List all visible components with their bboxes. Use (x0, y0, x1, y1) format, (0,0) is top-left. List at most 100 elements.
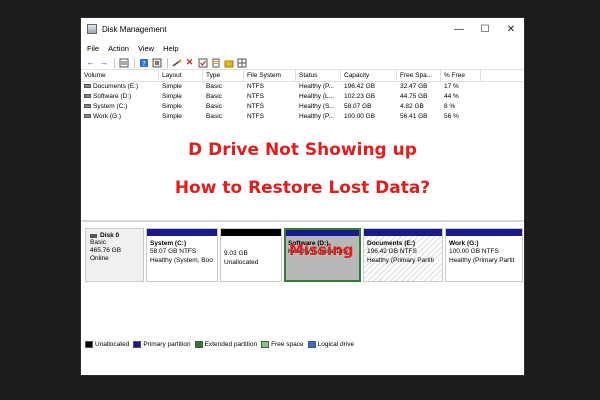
volume-icon (84, 114, 91, 119)
cell-filesystem: NTFS (247, 103, 264, 110)
cell-volume: System (C:) (81, 102, 159, 112)
disk-size: 465.76 GB (90, 247, 122, 254)
table-row[interactable]: Work (G:) Simple Basic NTFS Healthy (P..… (81, 112, 524, 122)
disk-info[interactable]: Disk 0 Basic 465.76 GB Online (85, 228, 144, 282)
partition-size: 58.07 GB NTFS (150, 248, 197, 255)
volume-name: System (C:) (93, 103, 128, 110)
column-header[interactable]: % Free (441, 70, 481, 81)
menu-action[interactable]: Action (108, 44, 129, 53)
column-header[interactable]: Status (296, 70, 341, 81)
cell-filesystem: NTFS (247, 93, 264, 100)
legend-swatch (133, 341, 142, 348)
menu-view[interactable]: View (138, 44, 154, 53)
legend-label: Unallocated (95, 341, 130, 348)
toolbar-separator (114, 57, 115, 68)
toolbar-separator (167, 57, 168, 68)
properties-icon[interactable] (210, 57, 221, 68)
cell-status: Healthy (S... (299, 103, 335, 110)
cell-layout: Simple (162, 83, 182, 90)
cell-filesystem: NTFS (247, 83, 264, 90)
partition-system[interactable]: System (C:) 58.07 GB NTFS Healthy (Syste… (146, 228, 218, 282)
partition-unallocated[interactable]: 9.03 GB Unallocated (220, 228, 282, 282)
table-row[interactable]: System (C:) Simple Basic NTFS Healthy (S… (81, 102, 524, 112)
partition-status: Healthy (Primary Partit (449, 257, 515, 264)
legend-item: Extended partition (194, 341, 257, 348)
folder-icon[interactable] (223, 57, 234, 68)
cell-volume: Documents (E:) (81, 82, 159, 92)
minimize-button[interactable]: — (446, 18, 472, 40)
partition-documents[interactable]: Documents (E:) 196.42 GB NTFS Healthy (P… (363, 228, 443, 282)
grid-icon[interactable] (236, 57, 247, 68)
partition-name (221, 236, 281, 249)
close-button[interactable]: ✕ (498, 18, 524, 40)
menu-help[interactable]: Help (163, 44, 178, 53)
legend-item: Free space (261, 341, 304, 348)
cell-layout: Simple (162, 113, 182, 120)
disk-status: Online (90, 255, 109, 262)
cell-capacity: 102.23 GB (344, 93, 376, 100)
partition-size: 9.03 GB (224, 250, 248, 257)
partition-status: Healthy (System, Boo (150, 257, 213, 264)
legend-item: Logical drive (307, 341, 354, 348)
partition-bar (147, 229, 217, 236)
help-icon[interactable]: ? (138, 57, 149, 68)
column-header[interactable]: File System (244, 70, 296, 81)
column-header[interactable]: Free Spa... (397, 70, 441, 81)
partition-name: System (C:) (150, 240, 187, 247)
column-header[interactable]: Type (203, 70, 244, 81)
cell-type: Basic (206, 103, 222, 110)
cell-status: Healthy (P... (299, 113, 334, 120)
disk-management-window: Disk Management — ☐ ✕ File Action View H… (80, 17, 525, 376)
delete-icon[interactable]: ✕ (184, 57, 195, 68)
volume-icon (84, 104, 91, 109)
disk-title: Disk 0 (90, 232, 143, 239)
table-row[interactable]: Software (D:) Simple Basic NTFS Healthy … (81, 92, 524, 102)
cell-percent-free: 17 % (444, 83, 459, 90)
cell-status: Healthy (L... (299, 93, 335, 100)
partition-work[interactable]: Work (G:) 100.00 GB NTFS Healthy (Primar… (445, 228, 523, 282)
disk-management-icon (87, 24, 97, 34)
back-icon[interactable]: ← (85, 57, 96, 68)
volume-icon (84, 84, 91, 89)
disk-name: Disk 0 (100, 232, 120, 239)
cell-free-space: 44.75 GB (400, 93, 428, 100)
legend: Unallocated Primary partition Extended p… (85, 341, 358, 348)
partition-bar (364, 229, 442, 236)
svg-text:?: ? (142, 60, 146, 68)
cell-capacity: 58.07 GB (344, 103, 372, 110)
cell-filesystem: NTFS (247, 113, 264, 120)
cell-volume: Software (D:) (81, 92, 159, 102)
toolbar-separator (134, 57, 135, 68)
column-header[interactable]: Capacity (341, 70, 397, 81)
cell-layout: Simple (162, 103, 182, 110)
cell-free-space: 56.41 GB (400, 113, 428, 120)
menu-file[interactable]: File (87, 44, 99, 53)
connect-icon[interactable] (171, 57, 182, 68)
headline-not-showing: D Drive Not Showing up (188, 140, 417, 160)
refresh-icon[interactable] (151, 57, 162, 68)
cell-type: Basic (206, 93, 222, 100)
cell-capacity: 196.42 GB (344, 83, 376, 90)
partition-name: Work (G:) (449, 240, 479, 247)
missing-label: Missing (289, 241, 354, 259)
column-header[interactable]: Volume (81, 70, 159, 81)
legend-swatch (261, 341, 270, 348)
table-row[interactable]: Documents (E:) Simple Basic NTFS Healthy… (81, 82, 524, 92)
headline-restore-data: How to Restore Lost Data? (174, 178, 431, 198)
cell-percent-free: 44 % (444, 93, 459, 100)
cell-capacity: 100.00 GB (344, 113, 376, 120)
column-header[interactable]: Layout (159, 70, 203, 81)
list-icon[interactable] (118, 57, 129, 68)
cell-free-space: 4.82 GB (400, 103, 424, 110)
partition-status: Unallocated (224, 259, 259, 266)
partition-bar (446, 229, 522, 236)
forward-icon[interactable]: → (98, 57, 109, 68)
volume-name: Software (D:) (93, 93, 132, 100)
maximize-button[interactable]: ☐ (472, 18, 498, 40)
cell-volume: Work (G:) (81, 112, 159, 122)
cell-layout: Simple (162, 93, 182, 100)
volume-icon (84, 94, 91, 99)
check-icon[interactable] (197, 57, 208, 68)
cell-percent-free: 56 % (444, 113, 459, 120)
disk-icon (90, 233, 97, 238)
